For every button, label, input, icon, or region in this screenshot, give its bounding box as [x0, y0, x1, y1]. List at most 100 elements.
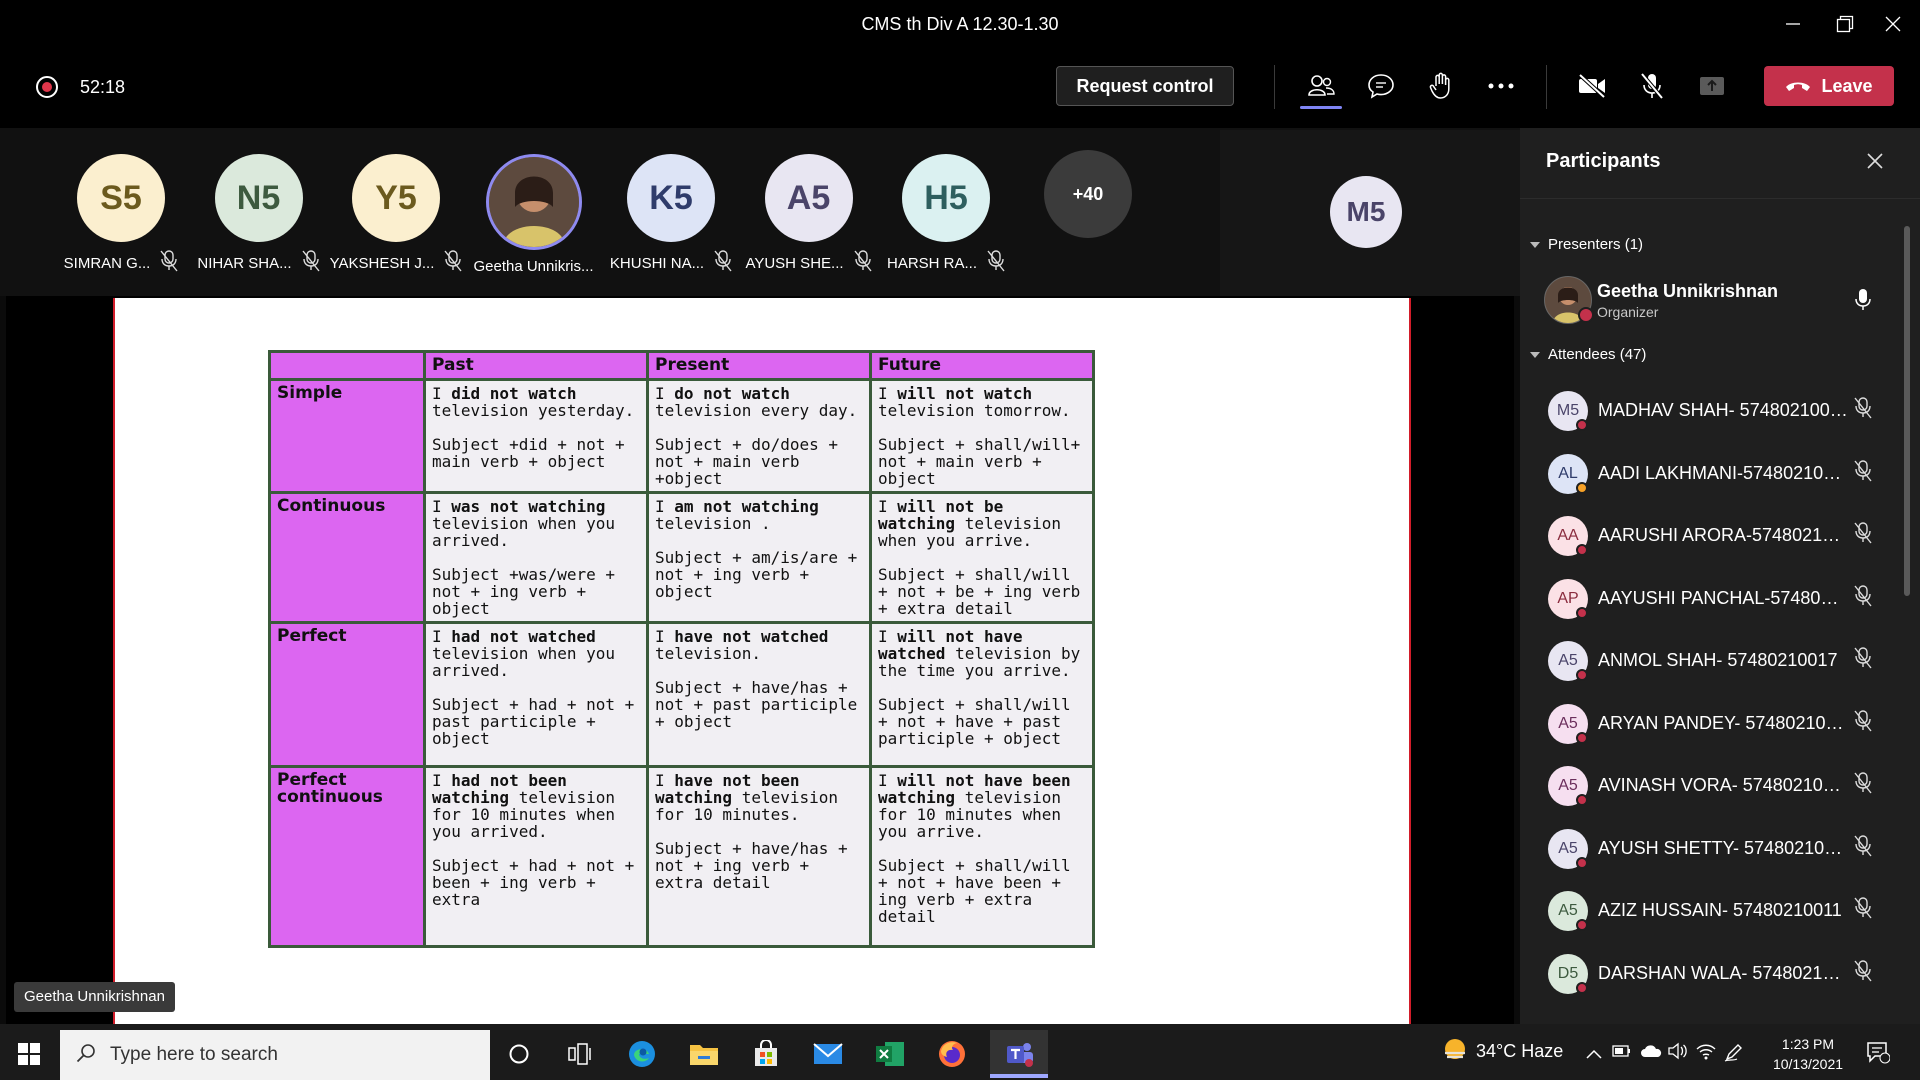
weather-widget[interactable]: 34°C Haze: [1442, 1036, 1563, 1067]
meeting-timer: 52:18: [80, 77, 126, 97]
presenters-label: Presenters (1): [1548, 236, 1644, 253]
close-panel-icon[interactable]: [1862, 148, 1888, 174]
firefox-icon[interactable]: [923, 1030, 981, 1078]
attendee-name: AVINASH VORA- 57480210080: [1598, 775, 1848, 795]
attendee-name: AADI LAKHMANI-57480210053: [1598, 462, 1848, 483]
table-cell: I have not watched television. Subject + …: [646, 621, 872, 768]
attendees-section-header[interactable]: Attendees (47): [1530, 346, 1646, 363]
example-sentence: I am not watching television .: [655, 498, 863, 532]
sentence-formula: Subject + shall/will + not + have been +…: [878, 856, 1071, 926]
presenters-section-header[interactable]: Presenters (1): [1530, 236, 1643, 253]
video-tile[interactable]: Y5 YAKSHESH J...: [330, 150, 462, 280]
caret-down-icon: [1530, 351, 1540, 358]
toolbar-divider: [1274, 65, 1275, 109]
example-sentence: I will not have watched television by th…: [878, 628, 1086, 679]
wifi-icon[interactable]: [1696, 1042, 1716, 1065]
sentence-formula: Subject + shall/will + not + be + ing ve…: [878, 565, 1081, 618]
share-tray-icon[interactable]: [1690, 64, 1734, 108]
video-tile[interactable]: A5 AYUSH SHE...: [744, 150, 874, 280]
people-icon[interactable]: [1299, 64, 1343, 108]
attendee-row[interactable]: M5 MADHAV SHAH- 57480210026: [1544, 389, 1904, 433]
attendee-row[interactable]: AL AADI LAKHMANI-57480210053: [1544, 452, 1904, 496]
video-tile[interactable]: H5 HARSH RA...: [881, 150, 1011, 280]
attendee-row[interactable]: D5 DARSHAN WALA- 574802100...: [1544, 952, 1904, 996]
presence-status-dot: [1576, 794, 1588, 806]
mic-off-icon[interactable]: [1630, 64, 1674, 108]
chevron-up-icon[interactable]: [1586, 1046, 1602, 1064]
store-icon[interactable]: [737, 1030, 795, 1078]
minimize-icon[interactable]: [1768, 0, 1818, 48]
example-sentence: I had not been watching television for 1…: [432, 772, 640, 840]
video-tile[interactable]: K5 KHUSHI NA...: [606, 150, 736, 280]
tile-name: AYUSH SHE...: [745, 254, 844, 272]
table-row-label: Continuous: [268, 491, 426, 624]
teams-app-icon[interactable]: [990, 1030, 1048, 1078]
table-row: Perfect I had not watched television when…: [268, 621, 1095, 768]
video-tile[interactable]: N5 NIHAR SHA...: [194, 150, 324, 280]
notifications-icon[interactable]: [1866, 1040, 1891, 1069]
onedrive-icon[interactable]: [1640, 1044, 1662, 1063]
panel-scrollbar[interactable]: [1904, 226, 1910, 596]
weather-text: 34°C Haze: [1476, 1041, 1564, 1061]
more-options-icon[interactable]: [1479, 64, 1523, 108]
video-tile[interactable]: S5 SIMRAN G...: [56, 150, 186, 280]
attendee-row[interactable]: AP AAYUSHI PANCHAL-5748021...: [1544, 577, 1904, 621]
attendee-name: ANMOL SHAH- 57480210017: [1598, 650, 1838, 670]
muted-mic-icon: [160, 250, 178, 276]
raise-hand-icon[interactable]: [1419, 64, 1463, 108]
muted-mic-icon: [1854, 397, 1872, 424]
table-cell: I will not have been watching television…: [869, 765, 1095, 948]
attendee-row[interactable]: A5 AYUSH SHETTY- 57480210091: [1544, 827, 1904, 871]
sentence-post: television yesterday.: [432, 401, 635, 420]
close-window-icon[interactable]: [1868, 0, 1918, 48]
attendee-name: ARYAN PANDEY- 57480210061: [1598, 712, 1848, 733]
taskbar-clock[interactable]: 1:23 PM 10/13/2021: [1760, 1034, 1856, 1074]
attendee-row[interactable]: A5 AVINASH VORA- 57480210080: [1544, 764, 1904, 808]
windows-start-icon[interactable]: [18, 1043, 40, 1070]
edge-browser-icon[interactable]: [613, 1030, 671, 1078]
sentence-post: television every day.: [655, 401, 858, 420]
table-cell: I had not been watching television for 1…: [423, 765, 649, 948]
presence-status-dot: [1576, 981, 1588, 994]
table-cell: I did not watch television yesterday. Sub…: [423, 378, 649, 494]
clock-time: 1:23 PM: [1781, 1036, 1835, 1052]
sentence-post: television when you arrived.: [432, 644, 616, 680]
pen-icon[interactable]: [1724, 1042, 1744, 1067]
excel-icon[interactable]: [861, 1030, 919, 1078]
recording-icon: [36, 76, 58, 98]
attendee-row[interactable]: AA AARUSHI ARORA-57480210072: [1544, 514, 1904, 558]
tile-avatar: Y5: [352, 154, 440, 242]
attendee-row[interactable]: A5 ANMOL SHAH- 57480210017: [1544, 639, 1904, 683]
more-participants-button[interactable]: +40: [1044, 150, 1132, 238]
tile-name: HARSH RA...: [886, 254, 977, 272]
leave-button[interactable]: Leave: [1764, 66, 1894, 106]
task-view-icon[interactable]: [551, 1030, 609, 1078]
taskbar-search-box[interactable]: Type here to search: [60, 1030, 490, 1080]
restore-icon[interactable]: [1820, 0, 1870, 48]
table-header-past: Past: [423, 350, 649, 381]
cortana-icon[interactable]: [490, 1030, 548, 1078]
search-icon: [76, 1043, 96, 1068]
window-title: CMS th Div A 12.30-1.30: [861, 14, 1059, 34]
attendee-row[interactable]: A5 ARYAN PANDEY- 57480210061: [1544, 702, 1904, 746]
video-tile[interactable]: Geetha Unnikris...: [469, 150, 599, 280]
attendee-row[interactable]: A5 AZIZ HUSSAIN- 57480210011: [1544, 889, 1904, 933]
request-control-button[interactable]: Request control: [1056, 66, 1234, 106]
battery-icon[interactable]: [1612, 1044, 1632, 1063]
sentence-formula: Subject +was/were + not + ing verb + obj…: [432, 565, 616, 618]
table-cell: I had not watched television when you ar…: [423, 621, 649, 768]
chat-icon[interactable]: [1359, 64, 1403, 108]
camera-off-icon[interactable]: [1570, 64, 1614, 108]
teams-active-indicator: [990, 1074, 1048, 1078]
muted-mic-icon: [854, 250, 872, 276]
presence-status-dot: [1576, 856, 1588, 869]
file-explorer-icon[interactable]: [675, 1030, 733, 1078]
example-sentence: I will not watch television tomorrow.: [878, 385, 1086, 419]
muted-mic-icon: [1854, 834, 1872, 862]
muted-mic-icon: [1854, 959, 1872, 987]
presence-status-dot: [1576, 919, 1588, 931]
sentence-post: television tomorrow.: [878, 401, 1071, 420]
example-sentence: I will not be watching television when y…: [878, 498, 1086, 549]
mail-icon[interactable]: [799, 1030, 857, 1078]
volume-icon[interactable]: [1668, 1042, 1688, 1065]
